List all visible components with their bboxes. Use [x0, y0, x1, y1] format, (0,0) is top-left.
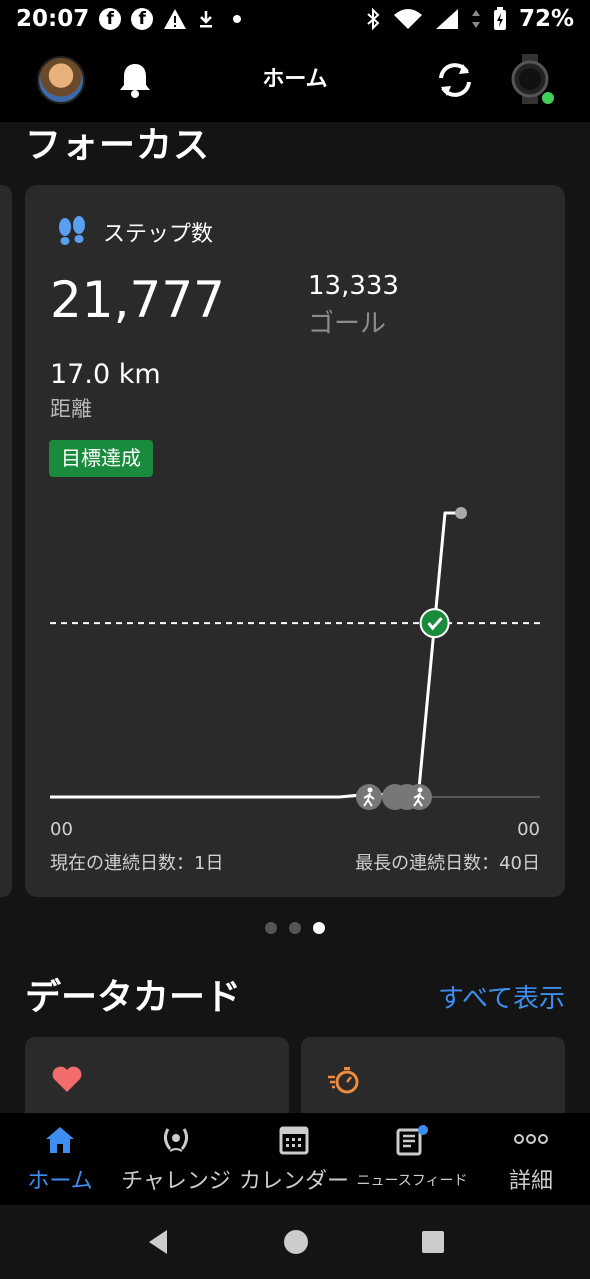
walk-activity-icon: [356, 784, 382, 810]
home-icon: [46, 1127, 74, 1153]
card-header: ステップ数: [55, 215, 213, 249]
recents-icon[interactable]: [421, 1230, 445, 1254]
footsteps-icon: [59, 216, 85, 245]
steps-chart: [50, 507, 540, 810]
status-time: 20:07: [16, 6, 90, 32]
calendar-icon: [279, 1126, 309, 1155]
current-streak: 現在の連続日数：1日: [50, 853, 224, 874]
battery-percentage: 72%: [518, 6, 574, 32]
nav-label: ホーム: [27, 1169, 93, 1194]
avatar[interactable]: [37, 56, 85, 104]
see-all-link[interactable]: すべて表示: [438, 978, 565, 1015]
nav-label: カレンダー: [238, 1169, 349, 1194]
nav-newsfeed[interactable]: ニュースフィード: [353, 1113, 471, 1205]
download-icon: [200, 11, 213, 28]
back-icon[interactable]: [145, 1228, 171, 1256]
distance-label: 距離: [50, 397, 92, 421]
previous-focus-card[interactable]: [0, 185, 12, 897]
goal-reached-marker: [419, 608, 450, 639]
wifi-icon: [393, 9, 422, 29]
pager-dot-active[interactable]: [313, 922, 325, 934]
card-label: ステップ数: [103, 222, 214, 247]
current-value-point: [455, 507, 467, 519]
more-icon: [514, 1134, 548, 1144]
steps-focus-card[interactable]: ステップ数 21,777 13,333 ゴール 17.0 km 距離 目標達成 …: [25, 185, 565, 897]
distance-value: 17.0 km: [50, 359, 161, 390]
nav-challenges[interactable]: チャレンジ: [117, 1113, 235, 1205]
data-arrows-icon: [471, 10, 480, 28]
walk-activity-icon: [406, 784, 432, 810]
bell-icon[interactable]: [115, 60, 155, 100]
facebook-notification-icon: f: [99, 8, 122, 30]
steps-value: 21,777: [50, 271, 225, 329]
facebook-notification-icon: f: [131, 8, 154, 30]
walking-activity-markers: [356, 784, 432, 810]
data-cards-title: データカード: [25, 977, 242, 1018]
newsfeed-icon: [396, 1125, 428, 1156]
goal-value: 13,333: [308, 271, 399, 301]
device-connected-indicator: [542, 92, 554, 104]
nav-calendar[interactable]: カレンダー: [235, 1113, 353, 1205]
stopwatch-icon: [328, 1067, 359, 1094]
x-axis-end-label: 00: [517, 819, 540, 840]
nav-more[interactable]: 詳細: [481, 1113, 581, 1205]
bluetooth-icon: [367, 7, 380, 31]
longest-streak: 最長の連続日数：40日: [355, 853, 540, 874]
nav-label: チャレンジ: [121, 1169, 231, 1194]
laurel-icon: [163, 1128, 189, 1152]
page-title: ホーム: [262, 67, 328, 92]
status-bar: 20:07 f f 72%: [0, 0, 590, 38]
app-header: ホーム: [0, 38, 590, 122]
more-notifications-icon: [233, 15, 242, 23]
nav-label: 詳細: [508, 1169, 553, 1194]
bottom-navigation: ホーム チャレンジ カレンダー ニュースフィード 詳細: [0, 1113, 590, 1205]
heart-icon: [52, 1066, 82, 1092]
pager-dot[interactable]: [289, 922, 301, 934]
nav-label: ニュースフィード: [356, 1173, 468, 1189]
signal-icon: [435, 9, 458, 29]
nav-home[interactable]: ホーム: [10, 1113, 110, 1205]
steps-series-line: [50, 511, 461, 799]
goal-label: ゴール: [308, 309, 387, 339]
focus-section-title: フォーカス: [25, 125, 211, 166]
x-axis-start-label: 00: [50, 819, 73, 840]
sync-icon[interactable]: [433, 58, 477, 102]
system-navigation-bar: [0, 1205, 590, 1279]
warning-icon: [164, 9, 187, 29]
carousel-pager[interactable]: [0, 922, 590, 934]
home-circle-icon[interactable]: [282, 1228, 310, 1256]
goal-achieved-badge: 目標達成: [49, 440, 153, 477]
pager-dot[interactable]: [265, 922, 277, 934]
battery-icon: [493, 7, 506, 30]
